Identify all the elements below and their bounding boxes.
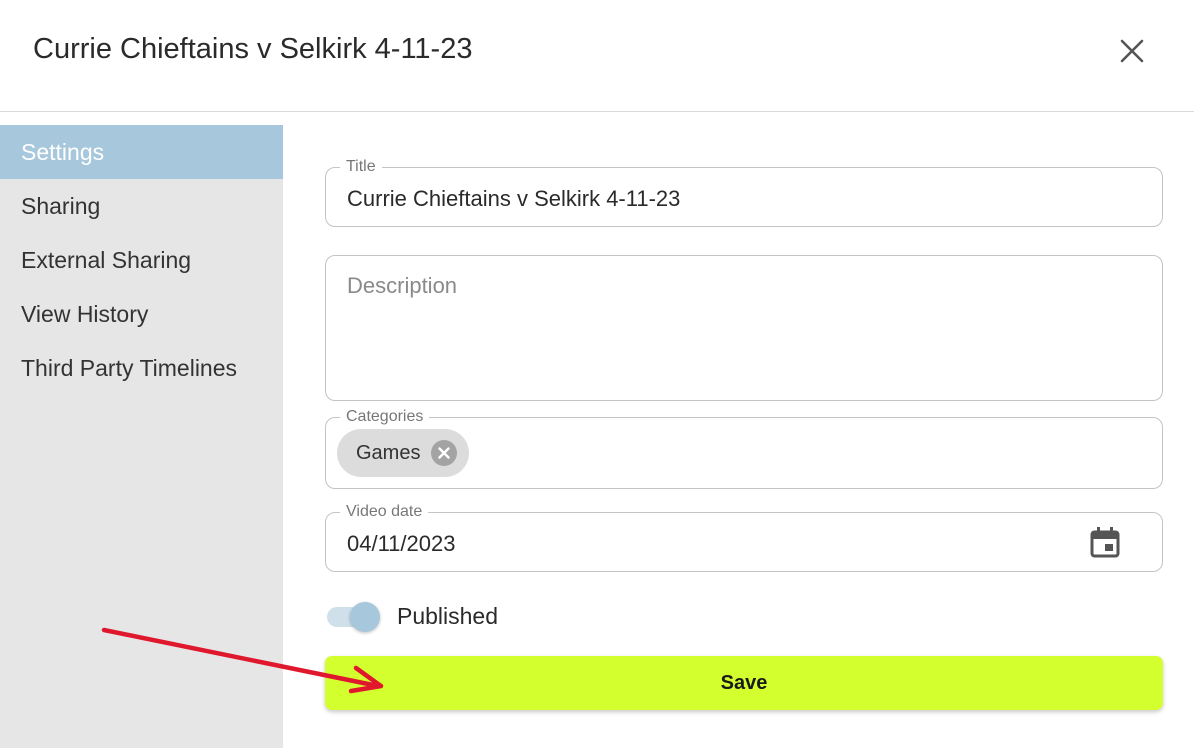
close-icon	[1120, 39, 1144, 63]
sidebar: Settings Sharing External Sharing View H…	[0, 125, 283, 748]
sidebar-item-third-party-timelines[interactable]: Third Party Timelines	[0, 341, 283, 395]
close-button[interactable]	[1114, 33, 1150, 69]
published-toggle-row: Published	[325, 599, 565, 635]
sidebar-item-external-sharing[interactable]: External Sharing	[0, 233, 283, 287]
description-placeholder: Description	[347, 273, 458, 298]
published-toggle[interactable]	[350, 602, 380, 632]
chip-remove-button[interactable]	[431, 440, 457, 466]
sidebar-item-sharing[interactable]: Sharing	[0, 179, 283, 233]
calendar-button[interactable]	[1088, 525, 1122, 559]
categories-field-label: Categories	[340, 408, 430, 426]
sidebar-item-view-history[interactable]: View History	[0, 287, 283, 341]
title-input[interactable]: Currie Chieftains v Selkirk 4-11-23	[347, 186, 680, 212]
title-field[interactable]: Title Currie Chieftains v Selkirk 4-11-2…	[325, 158, 1163, 227]
settings-panel: Title Currie Chieftains v Selkirk 4-11-2…	[283, 113, 1194, 748]
save-button[interactable]: Save	[325, 656, 1163, 710]
video-date-field[interactable]: Video date 04/11/2023	[325, 503, 1163, 572]
description-field[interactable]: Description	[325, 255, 1163, 401]
categories-field[interactable]: Categories Games	[325, 408, 1163, 489]
dialog-title: Currie Chieftains v Selkirk 4-11-23	[33, 33, 473, 65]
title-field-label: Title	[340, 158, 382, 176]
sidebar-item-settings[interactable]: Settings	[0, 125, 283, 179]
category-chip-label: Games	[356, 442, 421, 464]
calendar-icon	[1090, 527, 1120, 558]
video-date-input[interactable]: 04/11/2023	[347, 531, 455, 557]
close-circle-icon	[438, 447, 450, 459]
published-label: Published	[397, 603, 499, 629]
dialog-header: Currie Chieftains v Selkirk 4-11-23	[0, 0, 1194, 112]
video-date-field-label: Video date	[340, 503, 429, 521]
save-button-label: Save	[720, 672, 768, 694]
category-chip[interactable]: Games	[337, 429, 469, 477]
